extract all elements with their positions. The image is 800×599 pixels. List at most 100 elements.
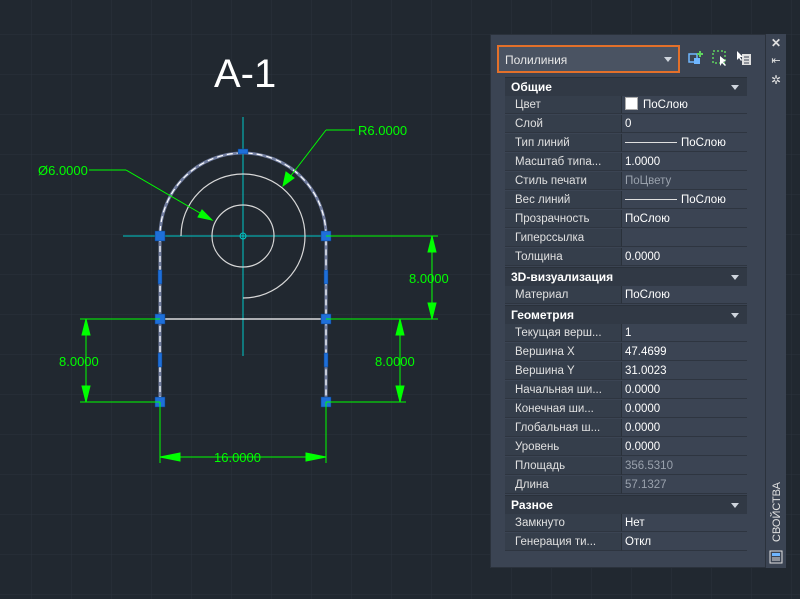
palette-vertical-title: СВОЙСТВА bbox=[770, 481, 783, 542]
select-objects-icon[interactable] bbox=[711, 49, 729, 67]
dim-diameter: Ø6.0000 bbox=[38, 163, 88, 178]
property-name: Длина bbox=[505, 476, 622, 494]
property-value[interactable]: 0 bbox=[622, 115, 747, 133]
property-row[interactable]: Вершина Y 31.0023 bbox=[505, 362, 747, 381]
property-row[interactable]: Слой 0 bbox=[505, 115, 747, 134]
property-row[interactable]: Стиль печати ПоЦвету bbox=[505, 172, 747, 191]
property-row[interactable]: Гиперссылка bbox=[505, 229, 747, 248]
dim-right-height: 8.0000 bbox=[409, 271, 449, 286]
property-value[interactable]: 1 bbox=[622, 324, 747, 342]
property-value-text: 1.0000 bbox=[625, 156, 661, 168]
property-value[interactable]: 0.0000 bbox=[622, 248, 747, 266]
category-label: Разное bbox=[511, 498, 553, 512]
category-header[interactable]: Общие bbox=[505, 77, 747, 96]
close-icon[interactable]: ✕ bbox=[770, 37, 782, 49]
property-value-text: 47.4699 bbox=[625, 346, 667, 358]
property-name: Текущая верш... bbox=[505, 324, 622, 342]
category-label: Геометрия bbox=[511, 308, 575, 322]
property-row[interactable]: Замкнуто Нет bbox=[505, 514, 747, 533]
property-value-text: 0.0000 bbox=[625, 422, 661, 434]
color-swatch bbox=[625, 97, 638, 110]
property-value-text: 0 bbox=[625, 118, 632, 130]
property-value[interactable]: 356.5310 bbox=[622, 457, 747, 475]
property-value-text: ПоСлою bbox=[643, 99, 688, 111]
property-name: Вершина Y bbox=[505, 362, 622, 380]
property-row[interactable]: Толщина 0.0000 bbox=[505, 248, 747, 267]
category-header[interactable]: Разное bbox=[505, 495, 747, 514]
property-value[interactable]: ПоСлою bbox=[622, 191, 747, 209]
property-row[interactable]: Генерация ти... Откл bbox=[505, 533, 747, 552]
category-label: Общие bbox=[511, 80, 552, 94]
property-name: Площадь bbox=[505, 457, 622, 475]
property-value-text: Откл bbox=[625, 536, 652, 548]
chevron-down-icon[interactable] bbox=[731, 275, 739, 280]
property-name: Масштаб типа... bbox=[505, 153, 622, 171]
property-name: Гиперссылка bbox=[505, 229, 622, 247]
chevron-down-icon[interactable] bbox=[731, 503, 739, 508]
property-row[interactable]: Вес линий ПоСлою bbox=[505, 191, 747, 210]
property-value[interactable]: ПоСлою bbox=[622, 134, 747, 152]
chevron-down-icon bbox=[664, 57, 672, 62]
drawing-title: A-1 bbox=[214, 52, 276, 96]
autohide-icon[interactable]: ⇤ bbox=[770, 55, 782, 67]
property-row[interactable]: Материал ПоСлою bbox=[505, 286, 747, 305]
toggle-pickadd-icon[interactable] bbox=[735, 49, 753, 67]
property-value[interactable]: ПоСлою bbox=[622, 96, 747, 114]
chevron-down-icon[interactable] bbox=[731, 313, 739, 318]
property-value[interactable]: ПоСлою bbox=[622, 210, 747, 228]
property-value-text: Нет bbox=[625, 517, 645, 529]
property-row[interactable]: Длина 57.1327 bbox=[505, 476, 747, 495]
category-header[interactable]: Геометрия bbox=[505, 305, 747, 324]
property-value[interactable]: 0.0000 bbox=[622, 438, 747, 456]
settings-icon[interactable]: ✲ bbox=[770, 74, 782, 86]
property-value[interactable]: 31.0023 bbox=[622, 362, 747, 380]
property-value[interactable]: 0.0000 bbox=[622, 400, 747, 418]
object-type-selector[interactable]: Полилиния bbox=[497, 45, 680, 73]
dim-inner-height: 8.0000 bbox=[375, 354, 415, 369]
chevron-down-icon[interactable] bbox=[731, 85, 739, 90]
property-row[interactable]: Прозрачность ПоСлою bbox=[505, 210, 747, 229]
svg-text:СВОЙСТВА: СВОЙСТВА bbox=[770, 481, 783, 542]
property-value[interactable]: 47.4699 bbox=[622, 343, 747, 361]
property-name: Генерация ти... bbox=[505, 533, 622, 551]
property-value[interactable]: ПоСлою bbox=[622, 286, 747, 304]
property-value-text: ПоСлою bbox=[681, 137, 726, 149]
property-name: Замкнуто bbox=[505, 514, 622, 532]
property-row[interactable]: Тип линий ПоСлою bbox=[505, 134, 747, 153]
property-value-text: 0.0000 bbox=[625, 251, 661, 263]
property-value[interactable]: Откл bbox=[622, 533, 747, 551]
property-row[interactable]: Текущая верш... 1 bbox=[505, 324, 747, 343]
property-name: Толщина bbox=[505, 248, 622, 266]
property-value[interactable]: 0.0000 bbox=[622, 381, 747, 399]
property-value-text: 1 bbox=[625, 327, 632, 339]
property-value[interactable]: 1.0000 bbox=[622, 153, 747, 171]
category-header[interactable]: 3D-визуализация bbox=[505, 267, 747, 286]
property-value-text: ПоСлою bbox=[681, 194, 726, 206]
property-row[interactable]: Глобальная ш... 0.0000 bbox=[505, 419, 747, 438]
property-name: Глобальная ш... bbox=[505, 419, 622, 437]
property-value[interactable]: ПоЦвету bbox=[622, 172, 747, 190]
dim-left-height: 8.0000 bbox=[59, 354, 99, 369]
property-row[interactable]: Масштаб типа... 1.0000 bbox=[505, 153, 747, 172]
property-name: Конечная ши... bbox=[505, 400, 622, 418]
palette-titlebar: ✕ ⇤ ✲ СВОЙСТВА bbox=[766, 34, 786, 568]
property-row[interactable]: Начальная ши... 0.0000 bbox=[505, 381, 747, 400]
property-value[interactable]: Нет bbox=[622, 514, 747, 532]
property-row[interactable]: Уровень 0.0000 bbox=[505, 438, 747, 457]
property-value[interactable]: 0.0000 bbox=[622, 419, 747, 437]
property-row[interactable]: Цвет ПоСлою bbox=[505, 96, 747, 115]
property-name: Цвет bbox=[505, 96, 622, 114]
palette-menu-icon[interactable] bbox=[769, 550, 783, 564]
property-row[interactable]: Конечная ши... 0.0000 bbox=[505, 400, 747, 419]
property-value-text: 0.0000 bbox=[625, 403, 661, 415]
property-value[interactable]: 57.1327 bbox=[622, 476, 747, 494]
property-value[interactable] bbox=[622, 229, 747, 247]
quick-select-icon[interactable] bbox=[687, 49, 705, 67]
linetype-preview bbox=[625, 199, 677, 200]
property-value-text: 0.0000 bbox=[625, 384, 661, 396]
property-row[interactable]: Вершина X 47.4699 bbox=[505, 343, 747, 362]
property-row[interactable]: Площадь 356.5310 bbox=[505, 457, 747, 476]
property-value-text: ПоСлою bbox=[625, 213, 670, 225]
linetype-preview bbox=[625, 142, 677, 143]
property-name: Материал bbox=[505, 286, 622, 304]
